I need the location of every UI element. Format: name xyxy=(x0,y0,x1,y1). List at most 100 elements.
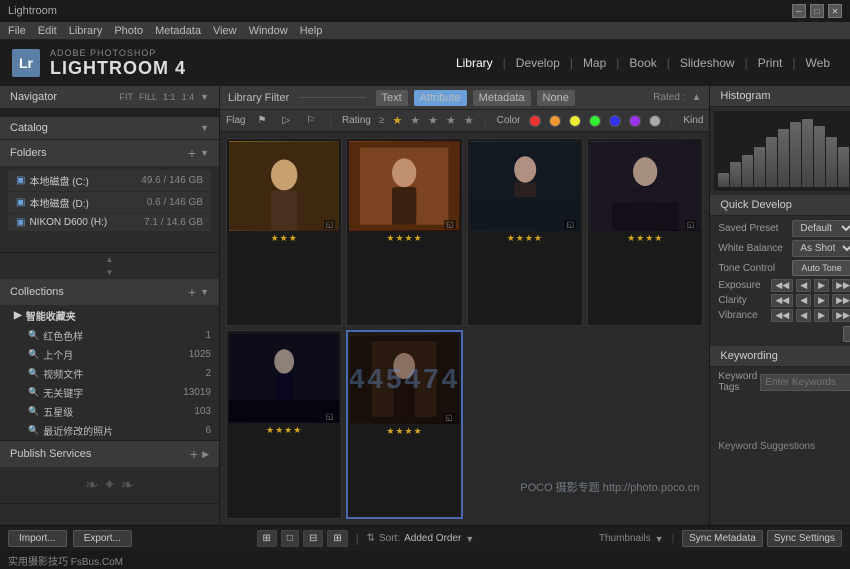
color-green[interactable] xyxy=(589,115,601,127)
clarity-inc1[interactable]: ▶ xyxy=(814,294,829,307)
star-4[interactable]: ★ xyxy=(446,114,456,127)
menu-file[interactable]: File xyxy=(8,25,26,37)
survey-view-btn[interactable]: ⊞ xyxy=(327,530,347,547)
module-develop[interactable]: Develop xyxy=(508,52,568,74)
keywording-header[interactable]: Keywording ▼ xyxy=(710,346,850,367)
fill-control[interactable]: FILL xyxy=(139,92,157,102)
flag-neutral-btn[interactable]: ▷ xyxy=(278,114,294,127)
reset-all-btn[interactable]: Reset All xyxy=(843,326,850,342)
publish-add-button[interactable]: + xyxy=(190,446,198,462)
collection-red[interactable]: 🔍 红色色样 1 xyxy=(0,326,219,345)
vib-dec2[interactable]: ◀◀ xyxy=(771,309,793,322)
menu-library[interactable]: Library xyxy=(69,25,103,37)
sync-meta-btn[interactable]: Sync Metadata xyxy=(682,530,763,547)
ratio-1-4[interactable]: 1:4 xyxy=(182,92,195,102)
module-web[interactable]: Web xyxy=(798,52,838,74)
close-button[interactable]: ✕ xyxy=(828,4,842,18)
saved-preset-select[interactable]: Default xyxy=(792,220,850,237)
compare-view-btn[interactable]: ⊟ xyxy=(303,530,323,547)
star-2[interactable]: ★ xyxy=(410,114,420,127)
exp-dec1[interactable]: ◀ xyxy=(796,279,811,292)
module-book[interactable]: Book xyxy=(621,52,664,74)
flag-pick-btn[interactable]: ⚑ xyxy=(253,114,270,127)
color-purple[interactable] xyxy=(629,115,641,127)
module-print[interactable]: Print xyxy=(750,52,791,74)
vib-inc2[interactable]: ▶▶ xyxy=(832,309,850,322)
filter-text-btn[interactable]: Text xyxy=(376,90,408,106)
photo-cell-3[interactable]: ◱ ★★★★ xyxy=(467,138,583,326)
auto-tone-btn[interactable]: Auto Tone xyxy=(792,260,850,276)
folders-add-button[interactable]: + xyxy=(188,145,196,161)
ratio-1-1[interactable]: 1:1 xyxy=(163,92,176,102)
sort-arrow[interactable]: ▼ xyxy=(465,534,474,544)
collection-nokw[interactable]: 🔍 无关键字 13019 xyxy=(0,383,219,402)
photo-cell-4[interactable]: ◱ ★★★★ xyxy=(587,138,703,326)
folder-item-d[interactable]: ▣ 本地磁盘 (D:) 0.6 / 146 GB xyxy=(8,192,211,213)
photo-cell-6[interactable]: 445474 ◱ ★★★★ xyxy=(346,330,462,520)
sync-settings-btn[interactable]: Sync Settings xyxy=(767,530,842,547)
photo-cell-5[interactable]: ◱ ★★★★ xyxy=(226,330,342,520)
exp-inc1[interactable]: ▶ xyxy=(814,279,829,292)
photo-cell-1[interactable]: ◱ ★★★ xyxy=(226,138,342,326)
color-red[interactable] xyxy=(529,115,541,127)
scroll-up[interactable]: ▲ xyxy=(0,253,219,266)
filter-none-btn[interactable]: None xyxy=(537,90,575,106)
keyword-input[interactable] xyxy=(760,374,850,391)
collection-recent[interactable]: 🔍 最近修改的照片 6 xyxy=(0,421,219,440)
photo-cell-2[interactable]: ◱ ★★★★ xyxy=(346,138,462,326)
navigator-header[interactable]: Navigator FIT FILL 1:1 1:4 ▼ xyxy=(0,86,219,108)
folder-item-h[interactable]: ▣ NIKON D600 (H:) 7.1 / 14.6 GB xyxy=(8,214,211,231)
maximize-button[interactable]: □ xyxy=(810,4,824,18)
collections-header[interactable]: Collections + ▼ xyxy=(0,279,219,305)
color-yellow[interactable] xyxy=(569,115,581,127)
menu-edit[interactable]: Edit xyxy=(38,25,57,37)
filter-metadata-btn[interactable]: Metadata xyxy=(473,90,531,106)
exp-inc2[interactable]: ▶▶ xyxy=(832,279,850,292)
collection-red-count: 1 xyxy=(205,330,211,341)
collection-group-smart[interactable]: ▶ 智能收藏夹 xyxy=(0,305,219,326)
publish-header[interactable]: Publish Services + ▶ xyxy=(0,441,219,467)
scroll-down[interactable]: ▼ xyxy=(0,266,219,279)
module-library[interactable]: Library xyxy=(448,52,501,74)
loupe-view-btn[interactable]: □ xyxy=(281,530,299,547)
menu-photo[interactable]: Photo xyxy=(114,25,143,37)
clarity-dec2[interactable]: ◀◀ xyxy=(771,294,793,307)
thumbs-arrow[interactable]: ▼ xyxy=(655,534,664,544)
folders-header[interactable]: Folders + ▼ xyxy=(0,140,219,166)
star-5[interactable]: ★ xyxy=(464,114,474,127)
flag-reject-btn[interactable]: ⚐ xyxy=(302,114,319,127)
white-balance-select[interactable]: As Shot xyxy=(792,240,850,257)
filter-attribute-btn[interactable]: Attribute xyxy=(414,90,467,106)
menu-help[interactable]: Help xyxy=(300,25,323,37)
folder-item-c[interactable]: ▣ 本地磁盘 (C:) 49.6 / 146 GB xyxy=(8,170,211,191)
sort-value[interactable]: Added Order xyxy=(404,533,461,544)
import-button[interactable]: Import... xyxy=(8,530,67,547)
menu-window[interactable]: Window xyxy=(249,25,288,37)
grid-view-btn[interactable]: ⊞ xyxy=(257,530,277,547)
minimize-button[interactable]: ─ xyxy=(792,4,806,18)
catalog-header[interactable]: Catalog ▼ xyxy=(0,117,219,139)
menu-metadata[interactable]: Metadata xyxy=(155,25,201,37)
export-button[interactable]: Export... xyxy=(73,530,132,547)
menu-view[interactable]: View xyxy=(213,25,237,37)
vib-dec1[interactable]: ◀ xyxy=(796,309,811,322)
star-1[interactable]: ★ xyxy=(392,114,402,127)
filter-expand[interactable]: ▲ xyxy=(691,92,701,103)
collection-video[interactable]: 🔍 视频文件 2 xyxy=(0,364,219,383)
color-none[interactable] xyxy=(649,115,661,127)
histogram-header[interactable]: Histogram ▼ xyxy=(710,86,850,107)
color-blue[interactable] xyxy=(609,115,621,127)
color-orange[interactable] xyxy=(549,115,561,127)
exp-dec2[interactable]: ◀◀ xyxy=(771,279,793,292)
quick-develop-header[interactable]: Quick Develop ▼ xyxy=(710,195,850,216)
module-slideshow[interactable]: Slideshow xyxy=(672,52,743,74)
collection-fivestar[interactable]: 🔍 五星级 103 xyxy=(0,402,219,421)
clarity-inc2[interactable]: ▶▶ xyxy=(832,294,850,307)
fit-control[interactable]: FIT xyxy=(120,92,134,102)
star-3[interactable]: ★ xyxy=(428,114,438,127)
module-map[interactable]: Map xyxy=(575,52,614,74)
collections-add-button[interactable]: + xyxy=(188,284,196,300)
clarity-dec1[interactable]: ◀ xyxy=(796,294,811,307)
collection-lastmonth[interactable]: 🔍 上个月 1025 xyxy=(0,345,219,364)
vib-inc1[interactable]: ▶ xyxy=(814,309,829,322)
